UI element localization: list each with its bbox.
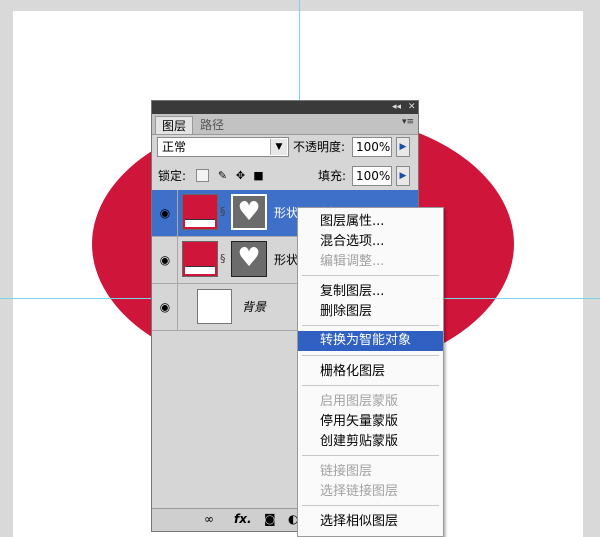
collapse-icon[interactable]: ◂◂ [392,102,401,113]
panel-menu-icon[interactable]: ▾≡ [402,117,414,127]
background-thumbnail[interactable] [197,289,232,324]
menu-item-link-layers: 链接图层 [320,464,373,479]
menu-item-convert-to-smart-object[interactable]: 转换为智能对象 [298,331,443,351]
eye-column-divider [177,237,178,283]
menu-separator [302,385,439,386]
menu-separator [302,275,439,276]
layer-context-menu: 图层属性... 混合选项... 编辑调整... 复制图层... 删除图层 转换为… [297,207,444,537]
menu-item-blending-options[interactable]: 混合选项... [298,232,443,252]
opacity-label: 不透明度: [293,140,346,154]
link-layers-icon[interactable]: ∞ [204,512,214,526]
menu-separator [302,355,439,356]
tab-layers[interactable]: 图层 [155,116,194,134]
menu-item-select-linked-layers: 选择链接图层 [320,484,399,499]
menu-item-duplicate-layer[interactable]: 复制图层... [298,282,443,302]
menu-item-disable-vector-mask[interactable]: 停用矢量蒙版 [298,412,443,432]
menu-item-enable-layer-mask: 启用图层蒙版 [320,394,399,409]
eye-column-divider [177,190,178,236]
menu-item-delete-layer[interactable]: 删除图层 [298,302,443,322]
eye-column-divider [177,284,178,330]
panel-tabs: 图层 路径 ▾≡ [152,114,418,135]
chevron-down-icon[interactable]: ▼ [270,139,287,155]
lock-row: 锁定: ✎ ✥ ■ 填充: 100% ▶ [152,165,418,189]
layer-name[interactable]: 背景 [242,298,266,315]
menu-item-layer-properties[interactable]: 图层属性... [298,212,443,232]
eye-icon[interactable]: ◉ [156,251,174,269]
panel-titlebar[interactable]: ◂◂ ✕ [152,101,418,114]
close-icon[interactable]: ✕ [408,102,416,113]
menu-separator [302,505,439,506]
tab-paths[interactable]: 路径 [194,116,230,134]
blend-mode-select[interactable]: 正常 ▼ [157,137,289,157]
blend-row: 正常 ▼ 不透明度: 100% ▶ [152,136,418,160]
vector-mask-heart-icon[interactable]: ♥ [231,194,267,230]
layer-color-thumbnail[interactable] [182,194,218,230]
menu-separator [302,325,439,326]
fx-icon[interactable]: fx. [234,512,252,526]
menu-separator [302,455,439,456]
fill-input[interactable]: 100% [352,166,392,186]
layer-color-thumbnail[interactable] [182,241,218,277]
link-icon[interactable]: § [220,205,226,218]
lock-image-brush-icon[interactable]: ✎ [216,169,229,182]
menu-item-edit-adjustment: 编辑调整... [320,254,385,269]
eye-icon[interactable]: ◉ [156,298,174,316]
menu-item-select-similar-layers[interactable]: 选择相似图层 [298,512,443,532]
lock-position-move-icon[interactable]: ✥ [234,169,247,182]
vector-mask-heart-icon[interactable]: ♥ [231,241,267,277]
lock-all-icon[interactable]: ■ [252,169,265,182]
link-icon[interactable]: § [220,252,226,265]
opacity-input[interactable]: 100% [352,137,392,157]
fill-label: 填充: [318,169,347,183]
fill-arrow-icon[interactable]: ▶ [396,166,410,186]
add-mask-icon[interactable]: ◙ [264,512,276,526]
menu-item-create-clipping-mask[interactable]: 创建剪贴蒙版 [298,432,443,452]
menu-item-rasterize-layer[interactable]: 栅格化图层 [298,362,443,382]
eye-icon[interactable]: ◉ [156,204,174,222]
lock-transparent-icon[interactable] [196,169,209,182]
opacity-arrow-icon[interactable]: ▶ [396,137,410,157]
lock-label: 锁定: [158,169,187,183]
blend-mode-value: 正常 [162,140,187,154]
